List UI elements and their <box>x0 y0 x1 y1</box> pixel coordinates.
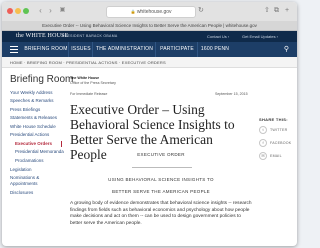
contact-link[interactable]: Contact Us › <box>207 34 229 39</box>
menu-icon[interactable] <box>10 46 18 53</box>
site-top-bar: the WHITE HOUSE PRESIDENT BARACK OBAMA C… <box>2 31 297 42</box>
sidebar-item-nominations[interactable]: Nominations & Appointments <box>10 175 50 187</box>
share-twitter-label: TWITTER <box>270 128 288 132</box>
sidebar-item-disclosures[interactable]: Disclosures <box>10 190 62 196</box>
back-icon[interactable]: ‹ <box>36 6 45 15</box>
sidebar-toggle-icon[interactable]: ▣ <box>58 6 67 15</box>
nav-participate[interactable]: PARTICIPATE <box>155 42 198 57</box>
sidebar-item-proclamations[interactable]: Proclamations <box>15 158 67 164</box>
share-email-label: EMAIL <box>270 154 282 158</box>
sidebar-item-presidential-actions[interactable]: Presidential Actions <box>10 132 62 138</box>
browser-toolbar: ‹ › ▣ 🔒 whitehouse.gov ↻ ⇧ ⧉ + <box>2 2 297 22</box>
zoom-window-button[interactable] <box>23 8 29 14</box>
share-title: SHARE THIS: <box>259 117 288 122</box>
president-label: PRESIDENT BARACK OBAMA <box>62 34 118 38</box>
white-house-logo[interactable]: the WHITE HOUSE <box>16 33 69 40</box>
document-type-label: EXECUTIVE ORDER <box>137 152 185 157</box>
email-updates-link[interactable]: Get Email Updates › <box>242 34 278 39</box>
order-title-line-2: BETTER SERVE THE AMERICAN PEOPLE <box>112 189 210 194</box>
sidebar-item-weekly-address[interactable]: Your Weekly Address <box>10 90 62 96</box>
divider <box>132 167 192 168</box>
reload-icon[interactable]: ↻ <box>198 6 204 16</box>
article-release: For Immediate Release <box>70 92 108 96</box>
lock-icon: 🔒 <box>130 9 136 14</box>
article-body: A growing body of evidence demonstrates … <box>70 201 252 226</box>
breadcrumb[interactable]: HOME · BRIEFING ROOM · PRESIDENTIAL ACTI… <box>2 57 297 68</box>
active-indicator <box>61 141 62 147</box>
article-office: Office of the Press Secretary <box>70 81 116 85</box>
browser-tab[interactable]: Executive Order -- Using Behavioral Scie… <box>2 21 297 31</box>
facebook-icon: f <box>259 139 267 147</box>
nav-1600-penn[interactable]: 1600 PENN <box>197 42 232 57</box>
sidebar-item-executive-orders[interactable]: Executive Orders <box>15 141 67 147</box>
sidebar-title: Briefing Room <box>10 74 74 85</box>
nav-briefing-room[interactable]: BRIEFING ROOM <box>24 42 68 57</box>
article-date: September 15, 2015 <box>215 92 248 96</box>
forward-icon[interactable]: › <box>46 6 55 15</box>
sidebar-item-speeches[interactable]: Speeches & Remarks <box>10 98 62 104</box>
nav-the-administration[interactable]: THE ADMINISTRATION <box>92 42 156 57</box>
sidebar-item-press-briefings[interactable]: Press Briefings <box>10 107 62 113</box>
address-bar[interactable]: 🔒 whitehouse.gov <box>106 6 196 18</box>
nav-issues[interactable]: ISSUES <box>68 42 93 57</box>
main-navigation: BRIEFING ROOM ISSUES THE ADMINISTRATION … <box>2 42 297 57</box>
share-facebook-label: FACEBOOK <box>270 141 292 145</box>
address-bar-url: whitehouse.gov <box>136 9 172 15</box>
browser-window: ‹ › ▣ 🔒 whitehouse.gov ↻ ⇧ ⧉ + Executive… <box>2 2 297 246</box>
close-window-button[interactable] <box>7 8 13 14</box>
order-title-line-1: USING BEHAVIORAL SCIENCE INSIGHTS TO <box>108 177 214 182</box>
sidebar-item-schedule[interactable]: White House Schedule <box>10 124 62 130</box>
share-icon[interactable]: ⇧ <box>264 6 270 16</box>
sidebar-item-presidential-memoranda[interactable]: Presidential Memoranda <box>15 149 67 155</box>
browser-tab-title: Executive Order -- Using Behavioral Scie… <box>42 23 257 28</box>
twitter-icon: t <box>259 126 267 134</box>
sidebar-item-legislation[interactable]: Legislation <box>10 167 62 173</box>
new-tab-icon[interactable]: + <box>285 6 289 16</box>
sidebar-item-statements[interactable]: Statements & Releases <box>10 115 62 121</box>
minimize-window-button[interactable] <box>15 8 21 14</box>
email-icon: ✉ <box>259 152 267 160</box>
search-icon[interactable]: ⚲ <box>284 46 289 53</box>
tabs-icon[interactable]: ⧉ <box>274 6 279 16</box>
